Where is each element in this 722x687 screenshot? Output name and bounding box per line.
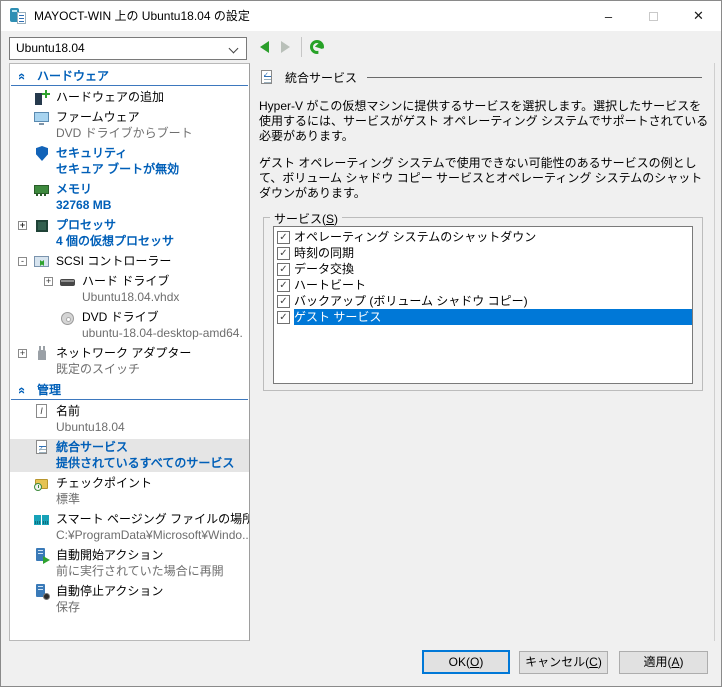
checkpoint-icon — [34, 476, 50, 492]
sidebar-subtext: Ubuntu18.04.vhdx — [82, 290, 180, 304]
section-header-hardware[interactable]: « ハードウェア — [11, 67, 248, 86]
description-paragraph-1: Hyper-V がこの仮想マシンに提供するサービスを選択します。選択したサービス… — [259, 99, 709, 143]
collapse-icon[interactable]: - — [18, 257, 27, 266]
navigate-forward-button — [281, 41, 290, 53]
pane-title: 統合サービス — [285, 70, 358, 85]
service-row-os-shutdown[interactable]: ✓ オペレーティング システムのシャットダウン — [274, 229, 692, 245]
services-groupbox: サービス(S) ✓ オペレーティング システムのシャットダウン ✓ 時刻の同期 … — [263, 210, 703, 391]
dvd-disc-icon — [60, 310, 76, 326]
sidebar-item-smart-paging[interactable]: スマート ページング ファイルの場所 — [10, 511, 249, 528]
sidebar-item-memory[interactable]: メモリ — [10, 181, 249, 198]
sidebar-item-security[interactable]: セキュリティ — [10, 145, 249, 162]
toolbar-separator — [301, 37, 302, 57]
expand-icon[interactable]: + — [44, 277, 53, 286]
add-hardware-icon — [34, 90, 50, 106]
toolbar: Ubuntu18.04 — [1, 31, 721, 63]
sidebar-item-auto-start[interactable]: 自動開始アクション — [10, 547, 249, 564]
close-icon: ✕ — [693, 8, 704, 23]
window-title: MAYOCT-WIN 上の Ubuntu18.04 の設定 — [34, 9, 250, 23]
sidebar-item-auto-stop[interactable]: 自動停止アクション — [10, 583, 249, 600]
refresh-icon[interactable] — [310, 40, 324, 54]
smart-paging-icon — [34, 512, 50, 528]
service-row-time-sync[interactable]: ✓ 時刻の同期 — [274, 245, 692, 261]
sidebar-subtext: 4 個の仮想プロセッサ — [56, 234, 175, 248]
maximize-icon — [649, 11, 658, 21]
sidebar-item-network-adapter[interactable]: + ネットワーク アダプター — [10, 345, 249, 362]
collapse-chevron-icon: « — [15, 72, 31, 81]
sidebar-subtext: Ubuntu18.04 — [56, 420, 125, 434]
expand-icon[interactable]: + — [18, 221, 27, 230]
sidebar-subtext: 提供されているすべてのサービス — [56, 456, 235, 470]
processor-icon — [34, 218, 50, 234]
services-group-label: サービス(S) — [270, 210, 343, 227]
services-listbox[interactable]: ✓ オペレーティング システムのシャットダウン ✓ 時刻の同期 ✓ データ交換 … — [273, 226, 693, 384]
firmware-icon — [34, 110, 50, 126]
minimize-icon: – — [604, 8, 613, 24]
name-icon: I — [34, 404, 50, 420]
sidebar-subtext: 保存 — [56, 600, 81, 614]
sidebar-subtext: 標準 — [56, 492, 81, 506]
maximize-button — [631, 1, 676, 31]
titlebar: MAYOCT-WIN 上の Ubuntu18.04 の設定 – ✕ — [1, 1, 721, 31]
service-row-data-exchange[interactable]: ✓ データ交換 — [274, 261, 692, 277]
sidebar-subtext: DVD ドライブからブート — [56, 126, 193, 140]
sidebar-item-add-hardware[interactable]: ハードウェアの追加 — [10, 89, 249, 106]
close-button[interactable]: ✕ — [676, 1, 721, 31]
auto-start-icon — [34, 548, 50, 564]
sidebar-subtext: ubuntu-18.04-desktop-amd64. — [82, 326, 243, 340]
chevron-down-icon — [228, 43, 239, 54]
sidebar-item-hard-drive[interactable]: + ハード ドライブ — [10, 273, 249, 290]
expand-icon[interactable]: + — [18, 349, 27, 358]
hard-drive-icon — [60, 274, 76, 290]
checkbox-checked-icon[interactable]: ✓ — [277, 230, 290, 244]
description-paragraph-2: ゲスト オペレーティング システムで使用できない可能性のあるサービスの例として、… — [259, 156, 703, 200]
sidebar-item-integration-services[interactable]: 統合サービス 提供されているすべてのサービス — [10, 439, 249, 472]
sidebar-subtext: 前に実行されていた場合に再開 — [56, 564, 224, 578]
ok-button[interactable]: OK(O) — [422, 650, 510, 674]
checkbox-checked-icon[interactable]: ✓ — [277, 278, 290, 292]
vm-selector-value: Ubuntu18.04 — [16, 41, 85, 55]
checkbox-checked-icon[interactable]: ✓ — [277, 262, 290, 276]
service-row-guest-services[interactable]: ✓ ゲスト サービス — [274, 309, 692, 325]
sidebar-subtext: 既定のスイッチ — [56, 362, 141, 376]
navigate-back-button[interactable] — [260, 41, 269, 53]
sidebar-item-checkpoints[interactable]: チェックポイント — [10, 475, 249, 492]
service-row-backup[interactable]: ✓ バックアップ (ボリューム シャドウ コピー) — [274, 293, 692, 309]
scsi-controller-icon — [34, 254, 50, 270]
memory-icon — [34, 182, 50, 198]
integration-services-pane: 統合サービス Hyper-V がこの仮想マシンに提供するサービスを選択します。選… — [251, 63, 715, 641]
sidebar-item-processor[interactable]: + プロセッサ — [10, 217, 249, 234]
settings-nav-sidebar: « ハードウェア ハードウェアの追加 ファームウェア DVD ドライブからブート… — [9, 63, 250, 641]
sidebar-subtext: セキュア ブートが無効 — [56, 162, 180, 176]
integration-services-icon — [34, 440, 50, 458]
section-header-management[interactable]: « 管理 — [11, 381, 248, 400]
service-row-heartbeat[interactable]: ✓ ハートビート — [274, 277, 692, 293]
sidebar-subtext: C:¥ProgramData¥Microsoft¥Windo... — [56, 528, 250, 542]
sidebar-subtext: 32768 MB — [56, 198, 112, 212]
hyperv-settings-window: MAYOCT-WIN 上の Ubuntu18.04 の設定 – ✕ Ubuntu… — [0, 0, 722, 687]
shield-icon — [34, 146, 50, 162]
checkbox-checked-icon[interactable]: ✓ — [277, 246, 290, 260]
network-adapter-icon — [34, 346, 50, 362]
sidebar-item-firmware[interactable]: ファームウェア — [10, 109, 249, 126]
collapse-chevron-icon: « — [15, 386, 31, 395]
checkbox-checked-icon[interactable]: ✓ — [277, 294, 290, 308]
header-rule — [367, 76, 702, 78]
sidebar-item-scsi-controller[interactable]: - SCSI コントローラー — [10, 253, 249, 270]
auto-stop-icon — [34, 584, 50, 600]
apply-button[interactable]: 適用(A) — [619, 651, 708, 674]
app-icon — [10, 8, 26, 24]
vm-selector-dropdown[interactable]: Ubuntu18.04 — [9, 37, 247, 60]
integration-services-icon — [259, 69, 275, 85]
minimize-button[interactable]: – — [586, 1, 631, 31]
sidebar-item-name[interactable]: I 名前 — [10, 403, 249, 420]
checkbox-checked-icon[interactable]: ✓ — [277, 310, 290, 324]
sidebar-item-dvd-drive[interactable]: DVD ドライブ — [10, 309, 249, 326]
cancel-button[interactable]: キャンセル(C) — [519, 651, 608, 674]
